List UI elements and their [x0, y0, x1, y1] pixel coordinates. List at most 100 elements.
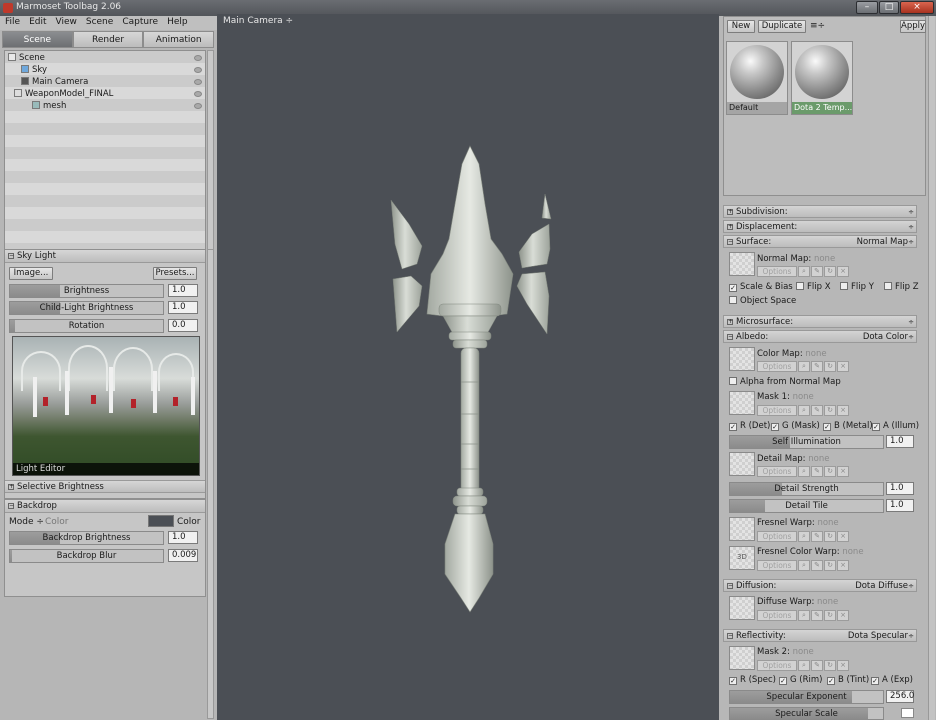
rotation-slider[interactable]: Rotation	[9, 319, 164, 333]
mask1-a-checkbox[interactable]: ✓ A (Illum)	[872, 421, 919, 431]
material-menu[interactable]: ≡÷	[810, 21, 825, 31]
menu-help[interactable]: Help	[162, 16, 192, 27]
child-light-brightness-value[interactable]: 1.0	[168, 301, 198, 314]
diffuse-warp-thumb[interactable]	[729, 596, 755, 620]
3d-viewport[interactable]: Main Camera ÷	[217, 14, 719, 720]
detail-strength-value[interactable]: 1.0	[886, 482, 914, 495]
menu-edit[interactable]: Edit	[24, 16, 50, 27]
mask1-thumb[interactable]	[729, 391, 755, 415]
detail-map-thumb[interactable]	[729, 452, 755, 476]
backdrop-blur-slider[interactable]: Backdrop Blur	[9, 549, 164, 563]
material-dota2-template[interactable]: Dota 2 Temp...	[791, 41, 853, 115]
new-material-button[interactable]: New	[727, 20, 755, 33]
menu-scene[interactable]: Scene	[81, 16, 117, 27]
presets-button[interactable]: Presets...	[153, 267, 197, 280]
menu-capture[interactable]: Capture	[117, 16, 162, 27]
normal-map-options[interactable]: Options ⌕ ✎ ↻ ×	[757, 266, 849, 277]
tab-animation[interactable]: Animation	[143, 31, 215, 48]
brightness-slider[interactable]: Brightness	[9, 284, 164, 298]
mask1-r-checkbox[interactable]: ✓ R (Det)	[729, 421, 770, 431]
specular-scale-slider[interactable]: Specular Scale	[729, 707, 884, 720]
detail-tile-slider[interactable]: Detail Tile	[729, 499, 884, 513]
minimize-button[interactable]: –	[856, 1, 878, 14]
left-panel-scrollbar[interactable]	[207, 249, 214, 719]
sky-panorama-preview[interactable]: Light Editor	[12, 336, 200, 476]
reflectivity-row[interactable]: − Reflectivity: Dota Specular ÷	[723, 629, 917, 642]
fresnel-color-warp-thumb[interactable]: 3D	[729, 546, 755, 570]
color-map-options[interactable]: Options ⌕ ✎ ↻ ×	[757, 361, 849, 372]
self-illumination-slider[interactable]: Self Illumination	[729, 435, 884, 449]
mask2-a-checkbox[interactable]: ✓ A (Exp)	[871, 675, 913, 685]
brightness-value[interactable]: 1.0	[168, 284, 198, 297]
detail-strength-slider[interactable]: Detail Strength	[729, 482, 884, 496]
duplicate-material-button[interactable]: Duplicate	[758, 20, 806, 33]
visibility-eye-icon[interactable]	[194, 103, 202, 109]
flip-y-checkbox[interactable]: Flip Y	[840, 282, 874, 292]
mask2-g-checkbox[interactable]: ✓ G (Rim)	[779, 675, 822, 685]
mask1-g-checkbox[interactable]: ✓ G (Mask)	[771, 421, 820, 431]
microsurface-row[interactable]: + Microsurface: ÷	[723, 315, 917, 328]
flip-z-checkbox[interactable]: Flip Z	[884, 282, 919, 292]
material-default[interactable]: Default	[726, 41, 788, 115]
alpha-from-normal-checkbox[interactable]: Alpha from Normal Map	[729, 377, 841, 387]
rotation-value[interactable]: 0.0	[168, 319, 198, 332]
subdivision-row[interactable]: + Subdivision: ÷	[723, 205, 917, 218]
specular-exponent-value[interactable]: 256.0	[886, 690, 914, 703]
fresnel-warp-options[interactable]: Options ⌕ ✎ ↻ ×	[757, 531, 849, 542]
mask1-options[interactable]: Options ⌕ ✎ ↻ ×	[757, 405, 849, 416]
right-panel-scrollbar[interactable]	[928, 16, 935, 720]
albedo-row[interactable]: − Albedo: Dota Color ÷	[723, 330, 917, 343]
fresnel-warp-thumb[interactable]	[729, 517, 755, 541]
mask2-options[interactable]: Options ⌕ ✎ ↻ ×	[757, 660, 849, 671]
outliner-scrollbar[interactable]	[207, 50, 214, 270]
fresnel-color-warp-options[interactable]: Options ⌕ ✎ ↻ ×	[757, 560, 849, 571]
self-illumination-value[interactable]: 1.0	[886, 435, 914, 448]
backdrop-header[interactable]: − Backdrop	[5, 500, 205, 513]
backdrop-brightness-slider[interactable]: Backdrop Brightness	[9, 531, 164, 545]
diffuse-warp-options[interactable]: Options ⌕ ✎ ↻ ×	[757, 610, 849, 621]
mask2-thumb[interactable]	[729, 646, 755, 670]
image-button[interactable]: Image...	[9, 267, 53, 280]
backdrop-color-swatch[interactable]	[148, 515, 174, 527]
flip-x-checkbox[interactable]: Flip X	[796, 282, 831, 292]
specular-exponent-slider[interactable]: Specular Exponent	[729, 690, 884, 704]
tree-item-scene[interactable]: Scene	[8, 52, 45, 64]
color-map-thumb[interactable]	[729, 347, 755, 371]
close-button[interactable]: ×	[900, 1, 934, 14]
menu-view[interactable]: View	[51, 16, 81, 27]
visibility-eye-icon[interactable]	[194, 91, 202, 97]
displacement-row[interactable]: + Displacement: ÷	[723, 220, 917, 233]
detail-map-options[interactable]: Options ⌕ ✎ ↻ ×	[757, 466, 849, 477]
apply-material-button[interactable]: Apply	[900, 20, 926, 33]
scale-bias-checkbox[interactable]: ✓ Scale & Bias	[729, 282, 793, 292]
tree-item-sky[interactable]: Sky	[21, 64, 47, 76]
weapon-model-render[interactable]	[217, 14, 719, 720]
visibility-eye-icon[interactable]	[194, 67, 202, 73]
backdrop-mode-label[interactable]: Mode ÷	[9, 517, 44, 527]
visibility-eye-icon[interactable]	[194, 55, 202, 61]
backdrop-blur-value[interactable]: 0.009	[168, 549, 198, 562]
tree-item-weapon-model[interactable]: WeaponModel_FINAL	[14, 88, 113, 100]
diffusion-row[interactable]: − Diffusion: Dota Diffuse ÷	[723, 579, 917, 592]
surface-row[interactable]: − Surface: Normal Map ÷	[723, 235, 917, 248]
tab-scene[interactable]: Scene	[2, 31, 73, 48]
maximize-button[interactable]: □	[879, 1, 899, 14]
mask1-b-checkbox[interactable]: ✓ B (Metal)	[823, 421, 873, 431]
specular-color-swatch[interactable]	[901, 708, 914, 718]
tab-render[interactable]: Render	[72, 31, 144, 48]
tree-item-mesh[interactable]: mesh	[32, 100, 66, 112]
visibility-eye-icon[interactable]	[194, 79, 202, 85]
selective-brightness-header[interactable]: + Selective Brightness	[5, 480, 205, 493]
light-editor-caption[interactable]: Light Editor	[13, 463, 199, 475]
tree-item-main-camera[interactable]: Main Camera	[21, 76, 88, 88]
mask2-b-checkbox[interactable]: ✓ B (Tint)	[827, 675, 869, 685]
child-light-brightness-slider[interactable]: Child-Light Brightness	[9, 301, 164, 315]
backdrop-mode-value[interactable]: Color	[45, 517, 69, 527]
backdrop-brightness-value[interactable]: 1.0	[168, 531, 198, 544]
menu-file[interactable]: File	[0, 16, 24, 27]
normal-map-thumb[interactable]	[729, 252, 755, 276]
detail-tile-value[interactable]: 1.0	[886, 499, 914, 512]
sky-light-header[interactable]: − Sky Light	[5, 250, 205, 263]
object-space-checkbox[interactable]: Object Space	[729, 296, 796, 306]
mask2-r-checkbox[interactable]: ✓ R (Spec)	[729, 675, 776, 685]
